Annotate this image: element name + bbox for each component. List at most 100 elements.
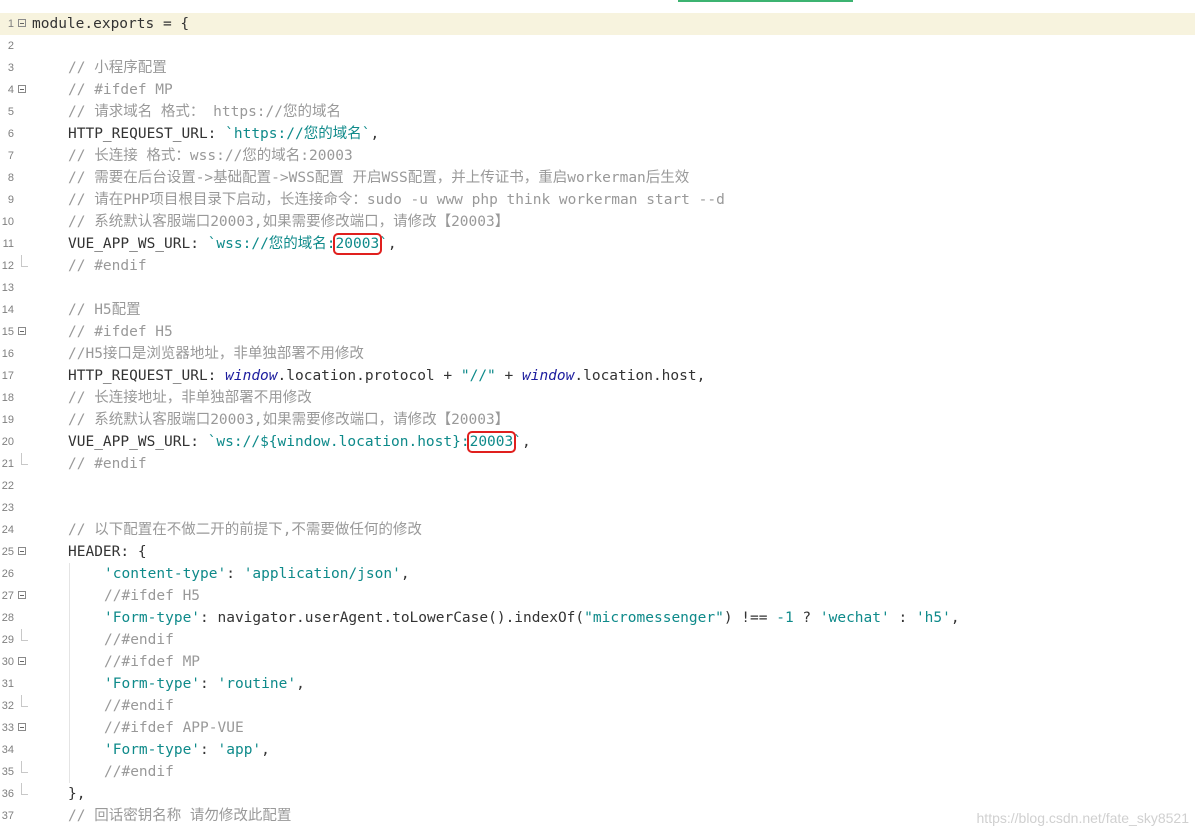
code-line[interactable]: 11 VUE_APP_WS_URL: `wss://您的域名:20003`, xyxy=(0,233,1195,255)
code-text: VUE_APP_WS_URL: `wss://您的域名:20003`, xyxy=(68,233,397,255)
code-line[interactable]: 15 // #ifdef H5 xyxy=(0,321,1195,343)
code-text: VUE_APP_WS_URL: `ws://${window.location.… xyxy=(68,431,531,453)
active-tab-indicator xyxy=(678,0,853,2)
code-line[interactable]: 14 // H5配置 xyxy=(0,299,1195,321)
code-line[interactable]: 36}, xyxy=(0,783,1195,805)
code-token: //#ifdef MP xyxy=(104,654,201,670)
code-line[interactable]: 16 //H5接口是浏览器地址，非单独部署不用修改 xyxy=(0,343,1195,365)
code-text: HTTP_REQUEST_URL: window.location.protoc… xyxy=(68,365,705,387)
code-line[interactable]: 25 HEADER: { xyxy=(0,541,1195,563)
line-number: 23 xyxy=(1,502,14,514)
fold-toggle-icon[interactable] xyxy=(18,723,26,731)
line-number: 20 xyxy=(1,436,14,448)
fold-end-marker xyxy=(21,255,28,267)
indent-guide xyxy=(69,651,70,673)
code-token: // H5配置 xyxy=(68,302,141,318)
code-text: 'content-type': 'application/json', xyxy=(104,563,410,585)
code-text: // #endif xyxy=(68,255,147,277)
code-token: ? xyxy=(793,610,820,626)
line-number: 22 xyxy=(1,480,14,492)
code-token: HTTP_REQUEST_URL: xyxy=(68,126,226,142)
code-line[interactable]: 27 //#ifdef H5 xyxy=(0,585,1195,607)
fold-toggle-icon[interactable] xyxy=(18,327,26,335)
code-text: //#ifdef H5 xyxy=(104,585,200,607)
code-text: // #endif xyxy=(68,453,147,475)
line-number: 15 xyxy=(1,326,14,338)
code-line[interactable]: 19 // 系统默认客服端口20003,如果需要修改端口，请修改【20003】 xyxy=(0,409,1195,431)
code-text: module.exports = { xyxy=(32,13,189,35)
code-line[interactable]: 18 // 长连接地址，非单独部署不用修改 xyxy=(0,387,1195,409)
code-line[interactable]: 10 // 系统默认客服端口20003,如果需要修改端口，请修改【20003】 xyxy=(0,211,1195,233)
fold-toggle-icon[interactable] xyxy=(18,85,26,93)
fold-toggle-icon[interactable] xyxy=(18,591,26,599)
code-line[interactable]: 5 // 请求域名 格式： https://您的域名 xyxy=(0,101,1195,123)
code-token: // 系统默认客服端口20003,如果需要修改端口，请修改【20003】 xyxy=(68,214,510,230)
fold-end-marker xyxy=(21,629,28,641)
line-number: 35 xyxy=(1,766,14,778)
line-number: 5 xyxy=(7,106,14,118)
code-token: // #ifdef H5 xyxy=(68,324,173,340)
fold-end-marker xyxy=(21,783,28,795)
code-text: // 回话密钥名称 请勿修改此配置 xyxy=(68,805,291,827)
code-line[interactable]: 1 module.exports = { xyxy=(0,13,1195,35)
line-number: 31 xyxy=(1,678,14,690)
code-line[interactable]: 34 'Form-type': 'app', xyxy=(0,739,1195,761)
code-line[interactable]: 13 xyxy=(0,277,1195,299)
code-line[interactable]: 24 // 以下配置在不做二开的前提下,不需要做任何的修改 xyxy=(0,519,1195,541)
code-token: 'routine' xyxy=(217,676,297,692)
line-number: 24 xyxy=(1,524,14,536)
code-token: , xyxy=(950,610,960,626)
code-line[interactable]: 28 'Form-type': navigator.userAgent.toLow… xyxy=(0,607,1195,629)
code-text: //#ifdef MP xyxy=(104,651,200,673)
code-token: : xyxy=(889,610,916,626)
code-line[interactable]: 26 'content-type': 'application/json', xyxy=(0,563,1195,585)
fold-toggle-icon[interactable] xyxy=(18,657,26,665)
line-number: 3 xyxy=(7,62,14,74)
code-token: VUE_APP_WS_URL: xyxy=(68,236,208,252)
code-line[interactable]: 22 xyxy=(0,475,1195,497)
code-token: // 系统默认客服端口20003,如果需要修改端口，请修改【20003】 xyxy=(68,412,510,428)
indent-guide xyxy=(69,761,70,783)
code-line[interactable]: 33 //#ifdef APP-VUE xyxy=(0,717,1195,739)
code-line[interactable]: 3 // 小程序配置 xyxy=(0,57,1195,79)
code-token: window xyxy=(225,368,278,384)
code-text: //H5接口是浏览器地址，非单独部署不用修改 xyxy=(68,343,364,365)
code-line[interactable]: 7 // 长连接 格式：wss://您的域名:20003 xyxy=(0,145,1195,167)
line-number: 12 xyxy=(1,260,14,272)
code-token: window xyxy=(521,368,575,384)
highlighted-port: 20003 xyxy=(466,431,517,453)
code-line[interactable]: 32 //#endif xyxy=(0,695,1195,717)
code-token: `ws://${window.location.host}: xyxy=(207,434,470,450)
code-line[interactable]: 17 HTTP_REQUEST_URL: window.location.prot… xyxy=(0,365,1195,387)
code-line[interactable]: 29 //#endif xyxy=(0,629,1195,651)
line-number: 8 xyxy=(7,172,14,184)
code-line[interactable]: 30 //#ifdef MP xyxy=(0,651,1195,673)
code-token: , xyxy=(521,434,531,450)
line-number: 1 xyxy=(7,18,14,30)
code-line[interactable]: 23 xyxy=(0,497,1195,519)
code-token: // 以下配置在不做二开的前提下,不需要做任何的修改 xyxy=(68,522,422,538)
code-line[interactable]: 8 // 需要在后台设置->基础配置->WSS配置 开启WSS配置，并上传证书，重… xyxy=(0,167,1195,189)
code-text: // 长连接地址，非单独部署不用修改 xyxy=(68,387,312,409)
indent-guide xyxy=(69,629,70,651)
code-line[interactable]: 35 //#endif xyxy=(0,761,1195,783)
fold-toggle-icon[interactable] xyxy=(18,547,26,555)
fold-toggle-icon[interactable] xyxy=(18,19,26,27)
code-line[interactable]: 6 HTTP_REQUEST_URL: `https://您的域名`, xyxy=(0,123,1195,145)
code-line[interactable]: 21 // #endif xyxy=(0,453,1195,475)
code-editor[interactable]: 1 module.exports = {2 3// 小程序配置 4// #ifdef … xyxy=(0,13,1195,827)
code-token: //H5接口是浏览器地址，非单独部署不用修改 xyxy=(68,346,364,362)
code-token: //#endif xyxy=(104,764,174,780)
code-line[interactable]: 20 VUE_APP_WS_URL: `ws://${window.locatio… xyxy=(0,431,1195,453)
indent-guide xyxy=(69,739,70,761)
code-line[interactable]: 12 // #endif xyxy=(0,255,1195,277)
line-number: 4 xyxy=(7,84,14,96)
code-line[interactable]: 4 // #ifdef MP xyxy=(0,79,1195,101)
code-line[interactable]: 31 'Form-type': 'routine', xyxy=(0,673,1195,695)
code-line[interactable]: 2 xyxy=(0,35,1195,57)
line-number: 33 xyxy=(1,722,14,734)
code-text: // #ifdef H5 xyxy=(68,321,173,343)
code-token: 'content-type' xyxy=(104,566,227,582)
code-token: : xyxy=(200,742,218,758)
code-line[interactable]: 9 // 请在PHP项目根目录下启动，长连接命令：sudo -u www php … xyxy=(0,189,1195,211)
